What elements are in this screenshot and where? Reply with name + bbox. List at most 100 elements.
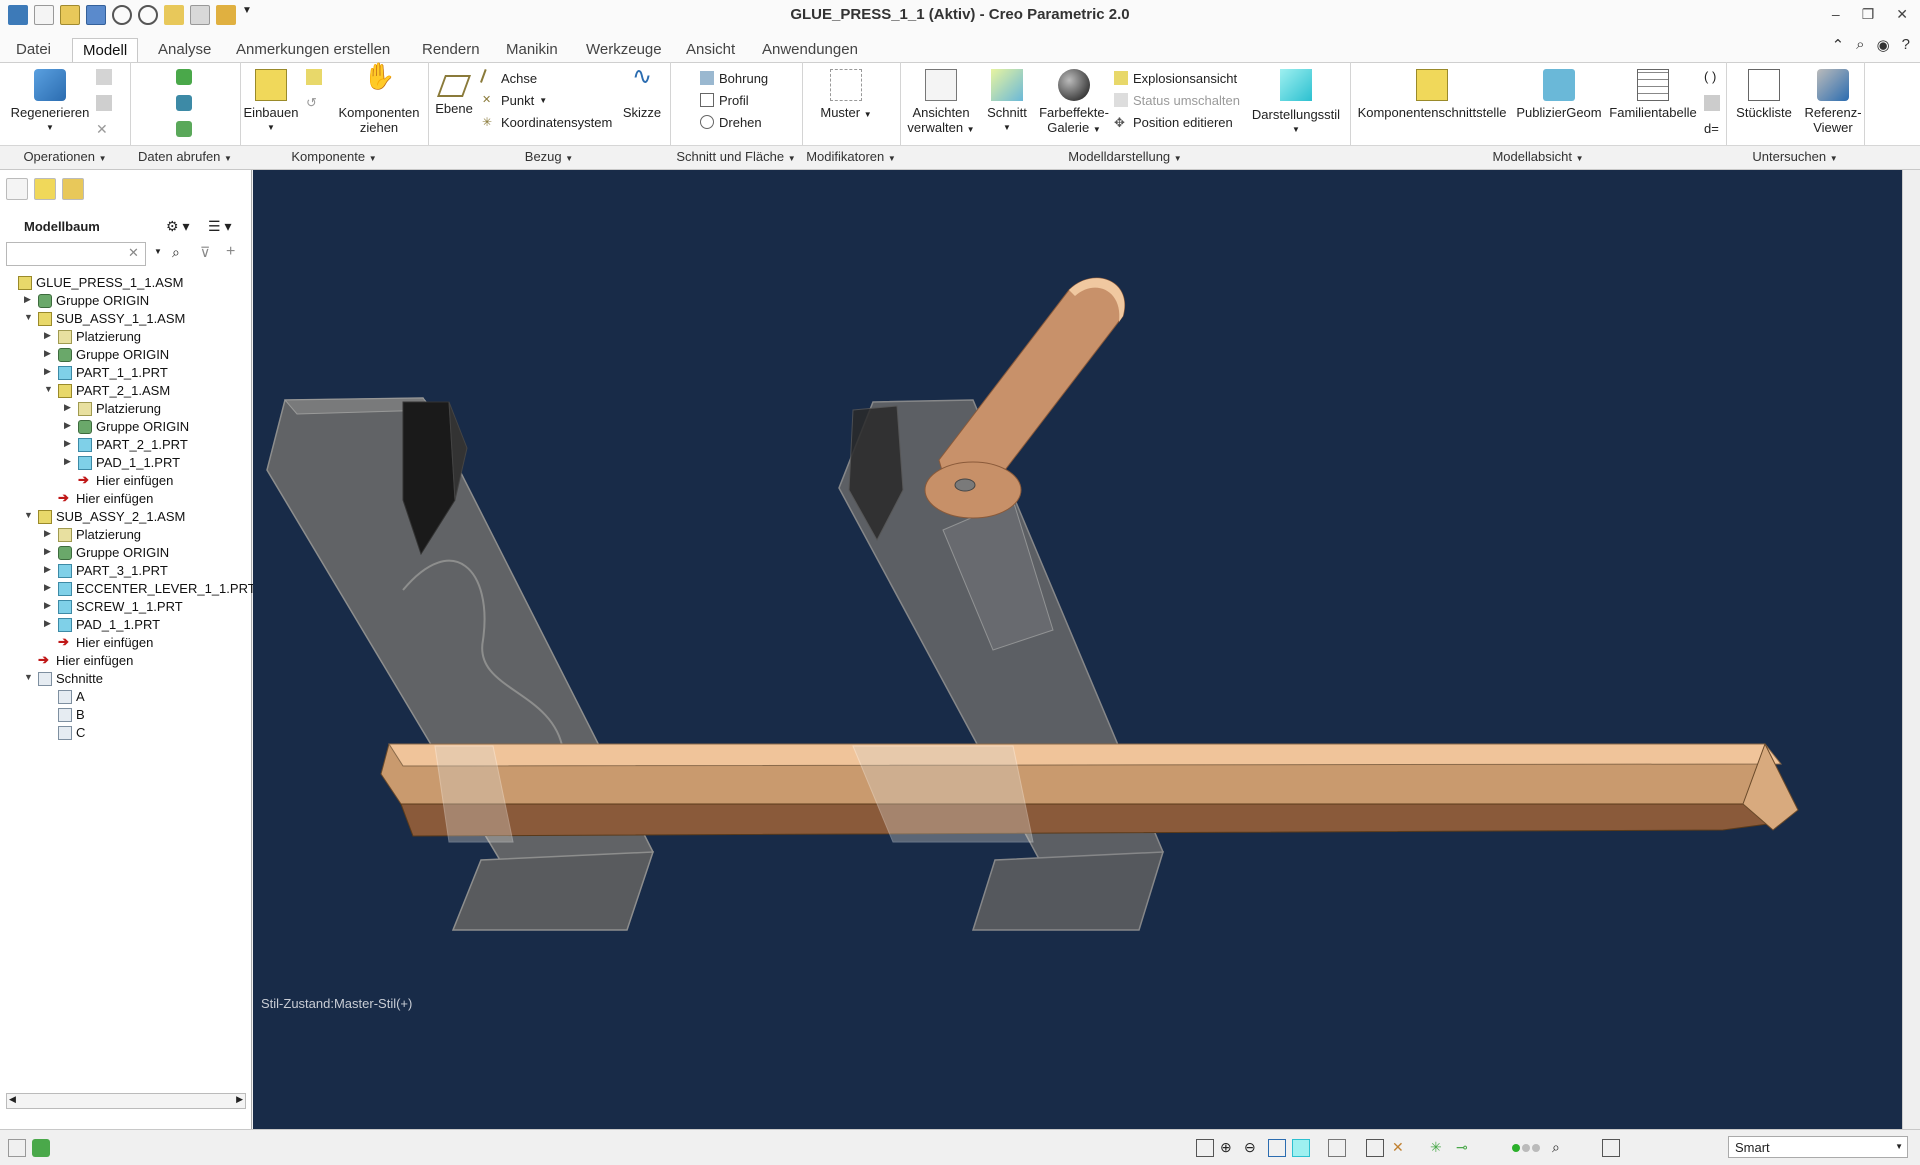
tree-item[interactable]: C	[0, 724, 250, 742]
expand-arrow-icon[interactable]: ▶	[44, 546, 54, 557]
muster-button[interactable]: Muster ▼	[814, 69, 878, 122]
tree-item[interactable]: B	[0, 706, 250, 724]
tab-anwendungen[interactable]: Anwendungen	[752, 38, 868, 62]
tree-item[interactable]: ▼ SUB_ASSY_2_1.ASM	[0, 508, 250, 526]
relations-icon[interactable]: ( )	[1704, 69, 1720, 85]
group-modelldarstellung[interactable]: Modelldarstellung ▼	[900, 149, 1350, 164]
tree-item[interactable]: ▼ Schnitte	[0, 670, 250, 688]
tree-item[interactable]: ▶ PART_2_1.PRT	[0, 436, 250, 454]
favorites-tab-icon[interactable]	[62, 178, 84, 200]
expand-arrow-icon[interactable]: ▶	[44, 618, 54, 629]
tree-item[interactable]: ➔ Hier einfügen	[0, 652, 250, 670]
find-icon[interactable]: ⌕	[1552, 1139, 1570, 1157]
restore-icon[interactable]: ❐	[1862, 6, 1875, 23]
publiziergeom-button[interactable]: PublizierGeom	[1512, 69, 1606, 120]
copy-icon[interactable]	[96, 69, 112, 85]
community-icon[interactable]: ◉	[1877, 36, 1890, 54]
minimize-icon[interactable]: –	[1832, 6, 1840, 23]
bohrung-button[interactable]: Bohrung	[700, 69, 768, 87]
einbauen-button[interactable]: Einbauen ▼	[238, 69, 304, 135]
referenz-viewer-button[interactable]: Referenz- Viewer	[1798, 69, 1868, 135]
model-tree-tab-icon[interactable]	[6, 178, 28, 200]
expand-arrow-icon[interactable]: ▶	[64, 420, 74, 431]
expand-arrow-icon[interactable]: ▶	[64, 438, 74, 449]
tab-modell[interactable]: Modell	[72, 38, 139, 62]
collapse-arrow-icon[interactable]: ▼	[44, 384, 54, 394]
dimensions-icon[interactable]: d=	[1704, 121, 1720, 137]
tree-item[interactable]: ▶ Gruppe ORIGIN	[0, 346, 250, 364]
collapse-arrow-icon[interactable]: ▼	[24, 672, 34, 682]
tree-item[interactable]: ➔ Hier einfügen	[0, 472, 250, 490]
tree-item[interactable]: ▼ SUB_ASSY_1_1.ASM	[0, 310, 250, 328]
tab-anmerkungen-erstellen[interactable]: Anmerkungen erstellen	[226, 38, 400, 62]
tree-item[interactable]: ▶ Platzierung	[0, 526, 250, 544]
graphics-viewport[interactable]: Stil-Zustand:Master-Stil(+)	[253, 170, 1920, 1129]
tree-horizontal-scrollbar[interactable]: ◀ ▶	[6, 1093, 246, 1109]
profil-button[interactable]: Profil	[700, 91, 749, 109]
tab-ansicht[interactable]: Ansicht	[676, 38, 745, 62]
familientabelle-button[interactable]: Familientabelle	[1608, 69, 1698, 120]
tab-manikin[interactable]: Manikin	[496, 38, 568, 62]
component-icon-1[interactable]	[306, 69, 322, 85]
expand-arrow-icon[interactable]: ▶	[44, 564, 54, 575]
koordinatensystem-button[interactable]: ✳ Koordinatensystem	[482, 113, 612, 131]
datum-display-icon[interactable]: ✕	[1392, 1139, 1410, 1157]
group-daten-abrufen[interactable]: Daten abrufen ▼	[130, 149, 240, 164]
expand-arrow-icon[interactable]: ▶	[24, 294, 34, 305]
status-umschalten-button[interactable]: Status umschalten	[1114, 91, 1240, 109]
display-style-icon[interactable]	[1292, 1139, 1310, 1157]
data-icon-2[interactable]	[176, 95, 192, 111]
add-icon[interactable]: +	[226, 243, 235, 261]
viewport-vertical-scrollbar[interactable]	[1902, 170, 1920, 1129]
find-icon[interactable]: ⌕	[172, 244, 180, 261]
explosionsansicht-button[interactable]: Explosionsansicht	[1114, 69, 1237, 87]
tree-item[interactable]: ▼ PART_2_1.ASM	[0, 382, 250, 400]
regenerieren-button[interactable]: Regenerieren ▼	[8, 69, 92, 135]
tree-item[interactable]: ▶ Gruppe ORIGIN	[0, 292, 250, 310]
tab-werkzeuge[interactable]: Werkzeuge	[576, 38, 672, 62]
ebene-button[interactable]: Ebene	[432, 69, 476, 116]
search-icon[interactable]: ⌕	[1856, 36, 1864, 54]
drehen-button[interactable]: Drehen	[700, 113, 762, 131]
achse-button[interactable]: Achse	[480, 69, 537, 87]
tree-item[interactable]: ▶ PART_3_1.PRT	[0, 562, 250, 580]
tree-columns-icon[interactable]: ☰ ▾	[208, 218, 231, 235]
expand-arrow-icon[interactable]: ▶	[44, 600, 54, 611]
tab-datei[interactable]: Datei	[6, 38, 61, 62]
model-render[interactable]	[253, 170, 1920, 1129]
collapse-arrow-icon[interactable]: ▼	[24, 312, 34, 322]
tree-item[interactable]: A	[0, 688, 250, 706]
position-editieren-button[interactable]: ✥ Position editieren	[1114, 113, 1233, 131]
filter-icon[interactable]: ⊽	[200, 244, 210, 261]
delete-icon[interactable]: ✕	[96, 121, 112, 137]
tree-item[interactable]: ➔ Hier einfügen	[0, 490, 250, 508]
clear-icon[interactable]: ✕	[128, 245, 139, 261]
group-untersuchen[interactable]: Untersuchen ▼	[1726, 149, 1864, 164]
repaint-icon[interactable]	[1268, 1139, 1286, 1157]
tree-item[interactable]: ▶ Platzierung	[0, 400, 250, 418]
darstellungsstil-button[interactable]: Darstellungsstil ▼	[1246, 69, 1346, 137]
data-icon-3[interactable]	[176, 121, 192, 137]
group-modellabsicht[interactable]: Modellabsicht ▼	[1350, 149, 1726, 164]
paste-icon[interactable]	[96, 95, 112, 111]
farbeffekte-galerie-button[interactable]: Farbeffekte- Galerie ▼	[1036, 69, 1112, 137]
tree-item[interactable]: ➔ Hier einfügen	[0, 634, 250, 652]
ansichten-verwalten-button[interactable]: Ansichten verwalten ▼	[904, 69, 978, 137]
chevron-up-icon[interactable]: ⌃	[1832, 36, 1845, 54]
navigator-toggle-icon[interactable]	[8, 1139, 26, 1157]
stueckliste-button[interactable]: Stückliste	[1732, 69, 1796, 120]
refit-icon[interactable]	[1196, 1139, 1214, 1157]
komponentenschnittstelle-button[interactable]: Komponentenschnittstelle	[1354, 69, 1510, 120]
skizze-button[interactable]: ∿ Skizze	[620, 65, 664, 121]
tree-settings-icon[interactable]: ⚙ ▾	[166, 218, 189, 235]
scroll-right-icon[interactable]: ▶	[236, 1094, 243, 1105]
expand-arrow-icon[interactable]: ▶	[44, 366, 54, 377]
chevron-down-icon[interactable]: ▼	[154, 247, 162, 256]
tab-analyse[interactable]: Analyse	[148, 38, 221, 62]
tree-item[interactable]: ▶ PART_1_1.PRT	[0, 364, 250, 382]
saved-orientations-icon[interactable]	[1328, 1139, 1346, 1157]
zoom-in-icon[interactable]: ⊕	[1220, 1139, 1238, 1157]
scroll-left-icon[interactable]: ◀	[9, 1094, 16, 1105]
tree-item[interactable]: GLUE_PRESS_1_1.ASM	[0, 274, 250, 292]
eccenter-lever[interactable]	[924, 277, 1126, 519]
